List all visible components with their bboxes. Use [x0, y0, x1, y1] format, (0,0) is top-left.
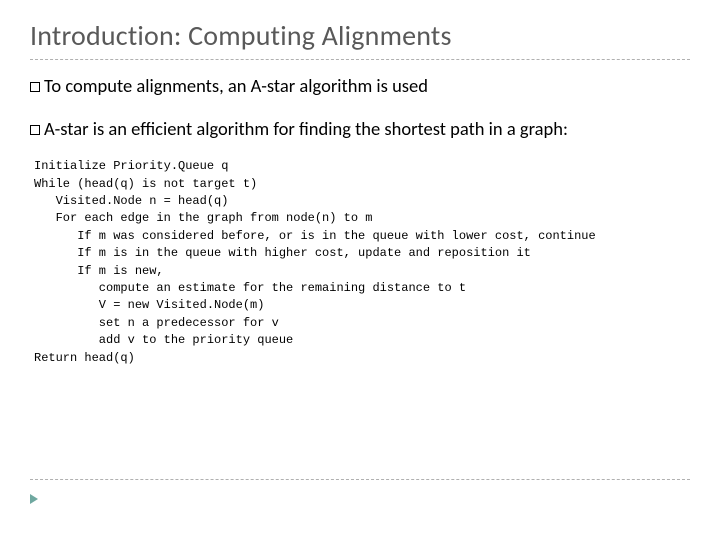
square-bullet-icon [30, 82, 40, 92]
slide-title: Introduction: Computing Alignments [30, 18, 720, 53]
bullet-1-rest: compute alignments, an A-star algorithm … [61, 74, 428, 97]
bullet-2-rest: is an efficient algorithm for finding th… [89, 117, 568, 140]
accent-triangle-icon [30, 494, 38, 504]
slide-body: To compute alignments, an A-star algorit… [30, 74, 712, 367]
title-divider [30, 59, 690, 60]
pseudocode-block: Initialize Priority.Queue q While (head(… [34, 158, 712, 367]
square-bullet-icon [30, 125, 40, 135]
bullet-1-prefix: To [44, 74, 61, 97]
bullet-2-prefix: A-star [44, 117, 89, 140]
bottom-divider [30, 479, 690, 480]
slide: Introduction: Computing Alignments To co… [0, 0, 720, 540]
bullet-2: A-star is an efficient algorithm for fin… [30, 117, 712, 140]
bullet-1: To compute alignments, an A-star algorit… [30, 74, 712, 97]
